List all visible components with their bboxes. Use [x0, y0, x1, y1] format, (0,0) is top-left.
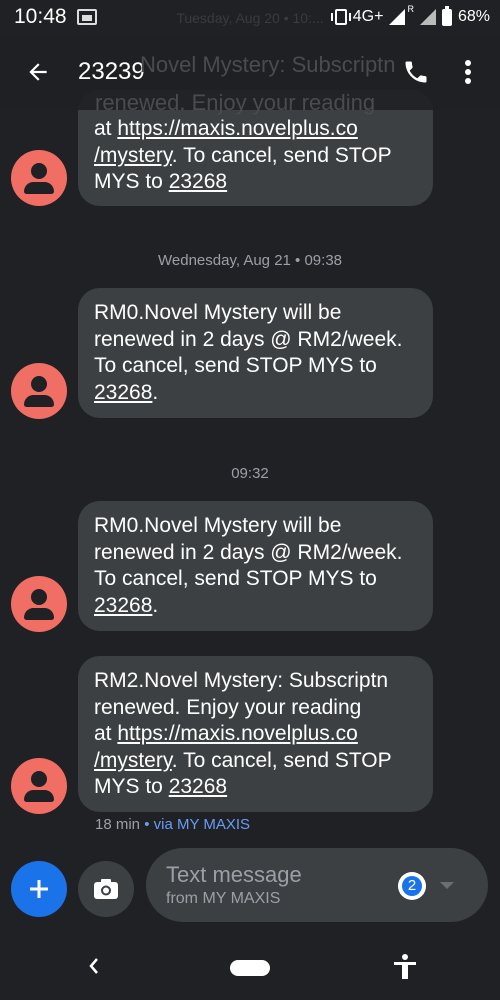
- meta-separator: •: [140, 816, 154, 833]
- date-separator: Wednesday, Aug 21 • 09:38: [158, 252, 342, 269]
- phone-number-link[interactable]: 23268: [94, 381, 152, 404]
- sender-avatar[interactable]: [11, 363, 67, 419]
- message-link-cont[interactable]: /mystery: [94, 144, 172, 167]
- message-line: RM2.Novel Mystery: Subscriptn: [94, 669, 389, 692]
- sim-selector-icon[interactable]: 2: [398, 872, 426, 900]
- message-text: MYS to: [94, 170, 169, 193]
- camera-icon: [94, 879, 118, 899]
- scrolled-text-behind-1: Novel Mystery: Subscriptn: [140, 52, 396, 77]
- sender-avatar[interactable]: [11, 150, 67, 206]
- call-button[interactable]: [396, 52, 436, 92]
- system-nav-bar: [0, 935, 500, 1000]
- home-pill-button[interactable]: [230, 960, 270, 976]
- message-link[interactable]: https://maxis.novelplus.co: [117, 117, 357, 140]
- message-line: RM0.Novel Mystery will be: [94, 301, 342, 324]
- message-bubble[interactable]: RM0.Novel Mystery will be renewed in 2 d…: [78, 288, 433, 418]
- message-text: . To cancel, send STOP: [171, 748, 392, 772]
- message-line: To cancel, send STOP MYS to: [94, 354, 377, 377]
- more-vert-icon: [465, 60, 471, 84]
- message-text: MYS to: [94, 775, 169, 798]
- add-attachment-button[interactable]: [11, 861, 67, 917]
- scrolled-text-behind-2: renewed. Enjoy your reading: [95, 90, 376, 115]
- message-line: 23268.: [94, 380, 417, 407]
- message-meta: 18 min • via MY MAXIS: [95, 816, 250, 833]
- message-line: 23268.: [94, 593, 417, 620]
- more-options-button[interactable]: [452, 52, 484, 92]
- sender-avatar[interactable]: [11, 758, 67, 814]
- conversation-title: 23239: [78, 58, 145, 85]
- message-bubble[interactable]: RM2.Novel Mystery: Subscriptn renewed. E…: [78, 656, 433, 812]
- date-separator: 09:32: [231, 465, 269, 482]
- message-line: renewed in 2 days @ RM2/week.: [94, 327, 403, 351]
- message-line: /mystery. To cancel, send STOP: [94, 143, 417, 170]
- accessibility-icon[interactable]: [392, 953, 418, 981]
- message-bubble[interactable]: RM0.Novel Mystery will be renewed in 2 d…: [78, 501, 433, 631]
- phone-number-link[interactable]: 23268: [169, 170, 227, 193]
- message-line: To cancel, send STOP MYS to: [94, 567, 377, 590]
- message-text: . To cancel, send STOP: [171, 143, 392, 167]
- message-text: at: [94, 722, 118, 745]
- phone-icon: [405, 61, 427, 83]
- message-line: renewed. Enjoy your reading: [94, 695, 362, 719]
- arrow-left-icon: [29, 63, 47, 81]
- send-options-icon[interactable]: [440, 882, 454, 889]
- message-text: .: [152, 593, 159, 617]
- app-bar: Novel Mystery: Subscriptn renewed. Enjoy…: [0, 34, 500, 115]
- message-text: at: [94, 117, 118, 140]
- chevron-left-icon[interactable]: [86, 955, 102, 977]
- message-line: MYS to 23268: [94, 774, 417, 801]
- camera-gallery-button[interactable]: [78, 861, 134, 917]
- message-age: 18 min: [95, 816, 141, 833]
- message-line: renewed in 2 days @ RM2/week.: [94, 540, 403, 564]
- messages-screen: 10:48 4G+ R 68% Tuesday, Aug 20 • 10:...…: [0, 0, 500, 1000]
- sender-avatar[interactable]: [11, 576, 67, 632]
- message-line: MYS to 23268: [94, 169, 417, 196]
- scrolled-date-behind: Tuesday, Aug 20 • 10:...: [176, 10, 324, 26]
- via-sim: via MY MAXIS: [153, 816, 251, 833]
- phone-number-link[interactable]: 23268: [94, 594, 152, 617]
- sim-number: 2: [402, 876, 422, 896]
- message-link[interactable]: https://maxis.novelplus.co: [117, 722, 357, 745]
- message-line: at https://maxis.novelplus.co: [94, 721, 417, 748]
- back-button[interactable]: [0, 34, 76, 110]
- message-line: at https://maxis.novelplus.co: [94, 116, 417, 143]
- message-line: RM0.Novel Mystery will be: [94, 514, 342, 537]
- message-line: /mystery. To cancel, send STOP: [94, 748, 417, 775]
- message-text: .: [152, 380, 159, 404]
- message-input[interactable]: Text message from MY MAXIS 2: [146, 848, 488, 922]
- plus-icon: [30, 880, 48, 898]
- phone-number-link[interactable]: 23268: [169, 775, 227, 798]
- message-link-cont[interactable]: /mystery: [94, 749, 172, 772]
